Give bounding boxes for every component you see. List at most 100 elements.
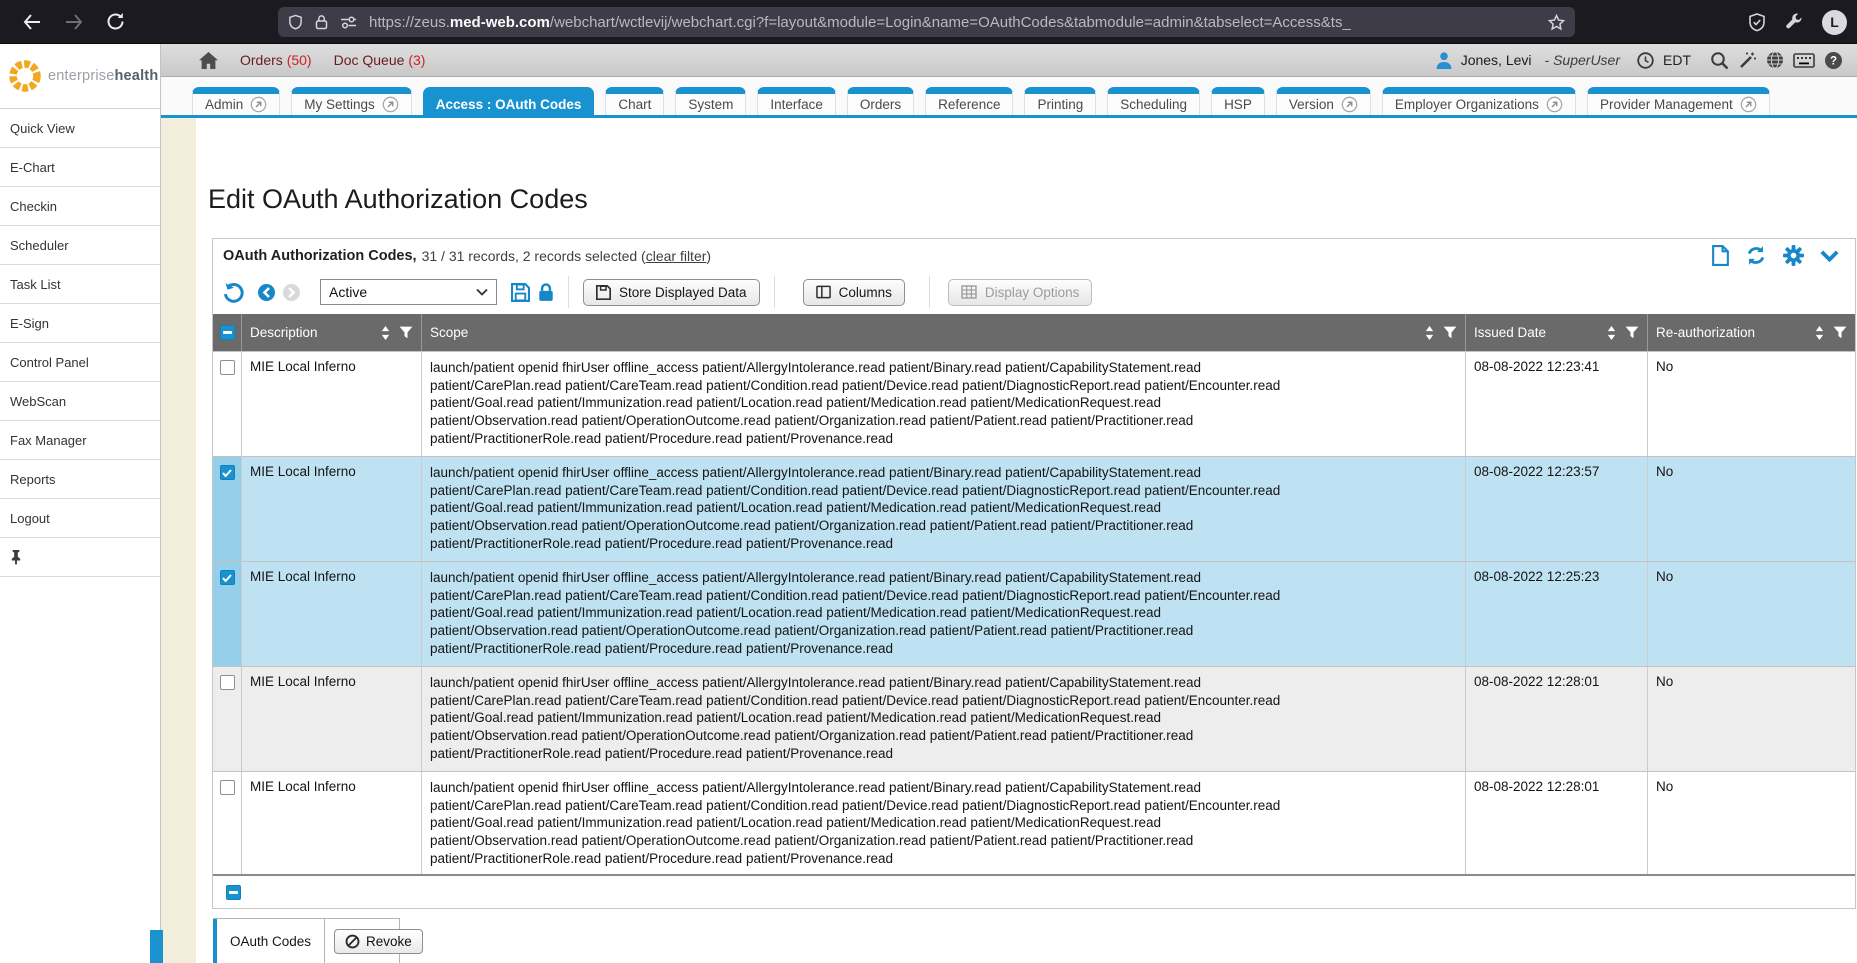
status-filter-select[interactable]: Active (320, 279, 497, 305)
row-checkbox[interactable] (220, 780, 235, 795)
description-cell: MIE Local Inferno (241, 562, 421, 666)
tab-interface[interactable]: Interface (757, 87, 836, 115)
sidebar-item-e-sign[interactable]: E-Sign (0, 304, 160, 343)
table-row[interactable]: MIE Local Inferno launch/patient openid … (213, 456, 1855, 561)
clear-filter-link[interactable]: clear filter (646, 248, 707, 264)
column-header-reauthorization[interactable]: Re-authorization (1647, 314, 1855, 351)
permissions-icon[interactable] (340, 16, 357, 29)
tab-printing[interactable]: Printing (1024, 87, 1096, 115)
browser-reload-icon[interactable] (106, 12, 125, 31)
table-toolbar: Active Store Displayed Data (213, 272, 1855, 312)
filter-funnel-icon[interactable] (1833, 326, 1847, 339)
refresh-icon[interactable] (1745, 245, 1767, 266)
profile-avatar[interactable]: L (1822, 10, 1847, 35)
toolbar-separator (774, 276, 775, 308)
tab-chart[interactable]: Chart (605, 87, 664, 115)
table-row[interactable]: MIE Local Inferno launch/patient openid … (213, 561, 1855, 666)
sidebar-item-scheduler[interactable]: Scheduler (0, 226, 160, 265)
sort-icon[interactable] (1607, 326, 1616, 340)
table-row[interactable]: MIE Local Inferno launch/patient openid … (213, 771, 1855, 876)
external-link-icon (250, 96, 267, 113)
footer-select-all-checkbox[interactable] (226, 885, 241, 900)
tab-hsp[interactable]: HSP (1211, 87, 1265, 115)
tab-employer-organizations[interactable]: Employer Organizations (1382, 87, 1576, 115)
sort-icon[interactable] (1425, 326, 1434, 340)
row-checkbox[interactable] (220, 675, 235, 690)
browser-forward-icon[interactable] (64, 13, 84, 31)
tab-access-oauth-codes[interactable]: Access : OAuth Codes (423, 87, 595, 115)
table-row[interactable]: MIE Local Inferno launch/patient openid … (213, 351, 1855, 456)
page-back-button[interactable] (258, 284, 275, 301)
search-icon[interactable] (1710, 51, 1729, 70)
sidebar-pin-toggle[interactable] (0, 538, 160, 577)
sidebar-item-reports[interactable]: Reports (0, 460, 160, 499)
tab-provider-management[interactable]: Provider Management (1587, 87, 1770, 115)
sidebar-item-fax-manager[interactable]: Fax Manager (0, 421, 160, 460)
row-checkbox[interactable] (220, 360, 235, 375)
description-cell: MIE Local Inferno (241, 352, 421, 456)
tab-oauth-codes[interactable]: OAuth Codes (213, 919, 325, 963)
keyboard-icon[interactable] (1793, 53, 1815, 68)
scrollbar-thumb[interactable] (150, 930, 163, 963)
browser-back-icon[interactable] (22, 13, 42, 31)
filter-funnel-icon[interactable] (399, 326, 413, 339)
tab-scheduling[interactable]: Scheduling (1107, 87, 1200, 115)
tab-reference[interactable]: Reference (925, 87, 1013, 115)
sort-icon[interactable] (1815, 326, 1824, 340)
store-displayed-data-button[interactable]: Store Displayed Data (583, 279, 760, 306)
quick-action-wand-icon[interactable] (1738, 51, 1757, 70)
tab-system[interactable]: System (675, 87, 746, 115)
shield-icon[interactable] (288, 14, 303, 30)
filter-funnel-icon[interactable] (1625, 326, 1639, 339)
save-filter-icon[interactable] (511, 283, 530, 302)
orders-link[interactable]: Orders (50) (240, 52, 312, 68)
description-cell: MIE Local Inferno (241, 457, 421, 561)
sidebar-menu: Quick View E-Chart Checkin Scheduler Tas… (0, 109, 160, 538)
sidebar-item-label: E-Sign (10, 316, 49, 331)
sidebar-item-quick-view[interactable]: Quick View (0, 109, 160, 148)
gear-icon[interactable] (1783, 245, 1804, 266)
tab-my-settings[interactable]: My Settings (291, 87, 412, 115)
tab-label: Access : OAuth Codes (436, 97, 582, 112)
sidebar-item-e-chart[interactable]: E-Chart (0, 148, 160, 187)
lock-icon[interactable] (315, 14, 328, 30)
doc-queue-link[interactable]: Doc Queue (3) (334, 52, 426, 68)
tab-orders[interactable]: Orders (847, 87, 914, 115)
columns-button[interactable]: Columns (803, 279, 905, 306)
globe-icon[interactable] (1766, 51, 1784, 69)
column-header-scope[interactable]: Scope (421, 314, 1465, 351)
row-checkbox[interactable] (220, 570, 235, 585)
sidebar-item-control-panel[interactable]: Control Panel (0, 343, 160, 382)
home-icon[interactable] (199, 52, 218, 69)
shield-check-icon[interactable] (1748, 13, 1766, 32)
tab-version[interactable]: Version (1276, 87, 1371, 115)
records-title: OAuth Authorization Codes, (223, 248, 417, 264)
wrench-icon[interactable] (1785, 13, 1803, 31)
sidebar-item-webscan[interactable]: WebScan (0, 382, 160, 421)
column-header-description[interactable]: Description (241, 314, 421, 351)
revoke-button[interactable]: Revoke (334, 929, 423, 954)
help-icon[interactable]: ? (1824, 51, 1843, 70)
tab-admin[interactable]: Admin (192, 87, 280, 115)
tab-label: Provider Management (1600, 97, 1733, 112)
select-all-checkbox[interactable] (220, 325, 235, 340)
lock-filter-icon[interactable] (538, 283, 554, 302)
row-checkbox[interactable] (220, 465, 235, 480)
sidebar-item-logout[interactable]: Logout (0, 499, 160, 538)
scope-cell: launch/patient openid fhirUser offline_a… (421, 562, 1465, 666)
undo-icon[interactable] (223, 282, 244, 303)
filter-funnel-icon[interactable] (1443, 326, 1457, 339)
page-forward-button[interactable] (283, 284, 300, 301)
collapse-chevron-icon[interactable] (1820, 250, 1839, 262)
sidebar-item-checkin[interactable]: Checkin (0, 187, 160, 226)
url-bar[interactable]: https://zeus.med-web.com/webchart/wctlev… (278, 7, 1575, 37)
table-row[interactable]: MIE Local Inferno launch/patient openid … (213, 666, 1855, 771)
user-name[interactable]: Jones, Levi (1461, 52, 1532, 68)
sidebar-item-task-list[interactable]: Task List (0, 265, 160, 304)
display-options-button[interactable]: Display Options (948, 279, 1093, 306)
sort-icon[interactable] (381, 326, 390, 340)
new-document-icon[interactable] (1712, 245, 1729, 266)
column-header-issued-date[interactable]: Issued Date (1465, 314, 1647, 351)
table-header: Description Scope Issued Date Re-authori… (213, 314, 1855, 351)
bookmark-star-icon[interactable] (1548, 14, 1565, 31)
